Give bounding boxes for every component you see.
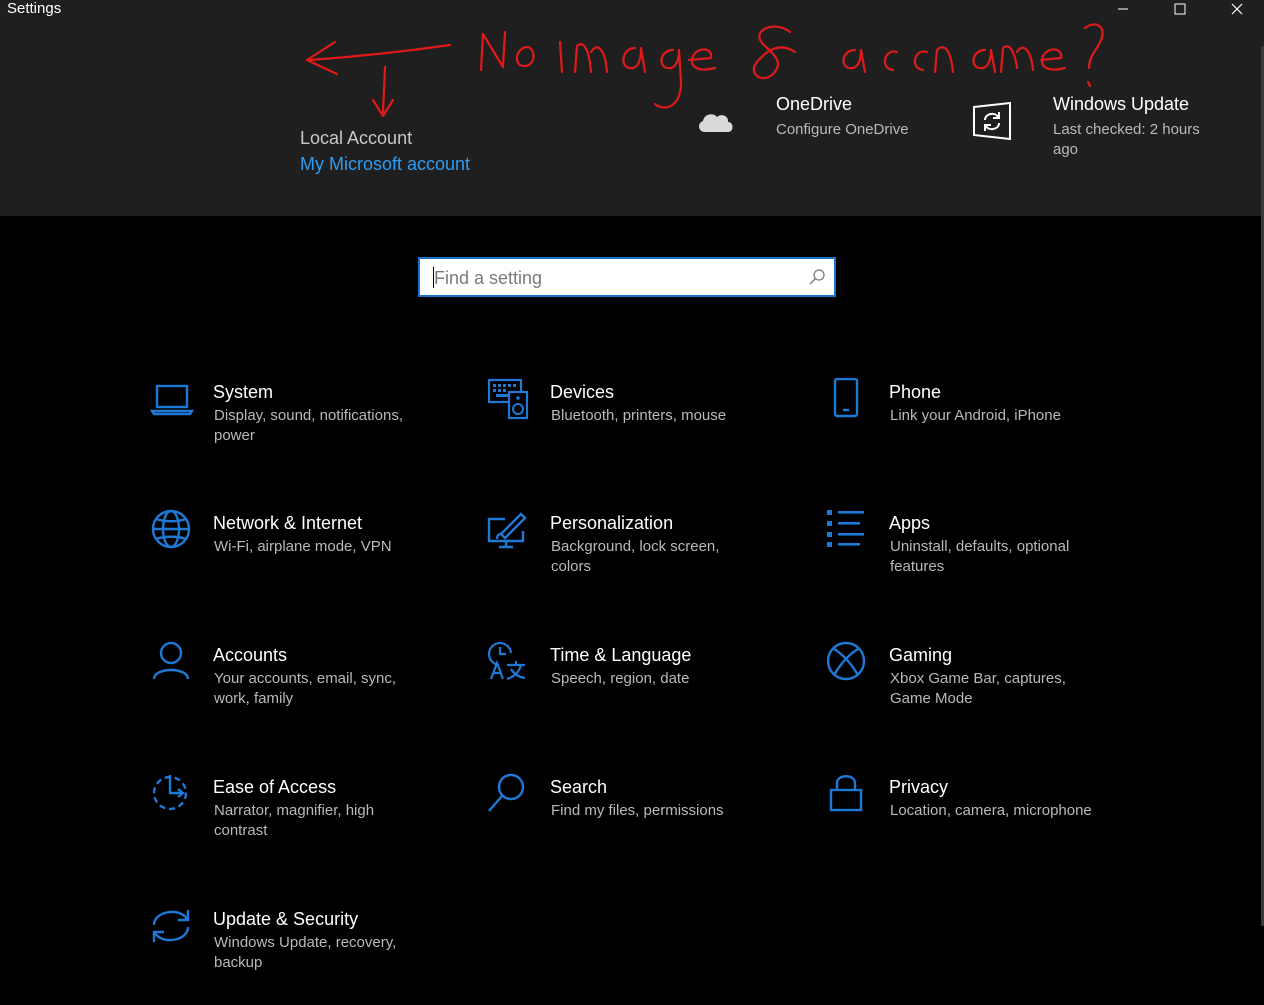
- category-description: Background, lock screen, colors: [551, 538, 720, 575]
- category-time-language[interactable]: Time & Language Speech, region, date: [487, 641, 787, 741]
- search-box[interactable]: [418, 257, 836, 297]
- lock-icon: [829, 775, 863, 812]
- category-ease-of-access[interactable]: Ease of Access Narrator, magnifier, high…: [150, 773, 450, 873]
- windows-update-title: Windows Update: [1053, 94, 1190, 114]
- category-name: Personalization: [550, 513, 674, 533]
- category-description: Uninstall, defaults, optional features: [890, 538, 1070, 575]
- category-description: Link your Android, iPhone: [890, 407, 1061, 424]
- search-input[interactable]: [432, 259, 796, 297]
- category-personalization[interactable]: Personalization Background, lock screen,…: [487, 509, 787, 609]
- laptop-icon: [150, 384, 194, 416]
- window-title: Settings: [7, 0, 62, 17]
- person-icon: [152, 641, 190, 680]
- category-search[interactable]: Search Find my files, permissions: [487, 773, 787, 873]
- search-icon[interactable]: [808, 268, 826, 286]
- category-name: Gaming: [889, 645, 953, 665]
- category-name: Privacy: [889, 777, 949, 797]
- onedrive-info[interactable]: OneDrive Configure OneDrive: [776, 94, 909, 140]
- sync-icon: [152, 910, 190, 942]
- onedrive-title: OneDrive: [776, 94, 853, 114]
- my-microsoft-account-link[interactable]: My Microsoft account: [300, 154, 470, 175]
- category-name: Time & Language: [550, 645, 692, 665]
- windows-update-subtitle: Last checked: 2 hours ago: [1053, 121, 1200, 158]
- onedrive-subtitle: Configure OneDrive: [776, 121, 909, 138]
- paint-brush-icon: [487, 512, 527, 549]
- account-type-label: Local Account: [300, 128, 413, 148]
- category-network[interactable]: Network & Internet Wi-Fi, airplane mode,…: [150, 509, 450, 609]
- category-name: Update & Security: [213, 909, 359, 929]
- ease-of-access-icon: [152, 775, 188, 811]
- xbox-icon: [826, 641, 866, 681]
- category-description: Xbox Game Bar, captures, Game Mode: [890, 670, 1066, 707]
- keyboard-speaker-icon: [487, 378, 529, 420]
- category-name: Search: [550, 777, 608, 797]
- category-description: Windows Update, recovery, backup: [214, 934, 397, 971]
- list-icon: [827, 510, 864, 547]
- account-header: Settings Local Account My Microsoft acco…: [0, 0, 1264, 216]
- close-button[interactable]: [1214, 0, 1260, 18]
- category-update-security[interactable]: Update & Security Windows Update, recove…: [150, 905, 450, 1005]
- minimize-icon: [1118, 8, 1128, 10]
- windows-update-info[interactable]: Windows Update Last checked: 2 hours ago: [1053, 94, 1213, 160]
- category-description: Your accounts, email, sync, work, family: [214, 670, 397, 707]
- category-description: Find my files, permissions: [551, 802, 724, 819]
- text-caret: [433, 267, 434, 288]
- category-name: Accounts: [213, 645, 288, 665]
- category-description: Location, camera, microphone: [890, 802, 1092, 819]
- category-description: Bluetooth, printers, mouse: [551, 407, 727, 424]
- maximize-icon: [1174, 3, 1186, 15]
- category-system[interactable]: System Display, sound, notifications, po…: [150, 378, 450, 478]
- windows-update-icon[interactable]: [972, 101, 1012, 141]
- minimize-button[interactable]: [1100, 0, 1146, 18]
- maximize-button[interactable]: [1157, 0, 1203, 18]
- search-icon: [488, 773, 525, 812]
- category-name: Network & Internet: [213, 513, 363, 533]
- category-name: Devices: [550, 382, 615, 402]
- category-apps[interactable]: Apps Uninstall, defaults, optional featu…: [826, 509, 1126, 609]
- globe-icon: [151, 509, 191, 549]
- phone-icon: [833, 378, 859, 418]
- category-phone[interactable]: Phone Link your Android, iPhone: [826, 378, 1126, 478]
- cloud-icon[interactable]: [695, 107, 735, 135]
- category-description: Wi-Fi, airplane mode, VPN: [214, 538, 392, 555]
- close-icon: [1231, 3, 1243, 15]
- category-devices[interactable]: Devices Bluetooth, printers, mouse: [487, 378, 787, 478]
- category-name: Phone: [889, 382, 942, 402]
- category-privacy[interactable]: Privacy Location, camera, microphone: [826, 773, 1126, 873]
- category-name: Ease of Access: [213, 777, 337, 797]
- category-description: Display, sound, notifications, power: [214, 407, 403, 444]
- category-name: System: [213, 382, 274, 402]
- category-name: Apps: [889, 513, 931, 533]
- category-accounts[interactable]: Accounts Your accounts, email, sync, wor…: [150, 641, 450, 741]
- category-gaming[interactable]: Gaming Xbox Game Bar, captures, Game Mod…: [826, 641, 1126, 741]
- clock-language-icon: [487, 641, 526, 681]
- category-description: Narrator, magnifier, high contrast: [214, 802, 375, 839]
- category-description: Speech, region, date: [551, 670, 690, 687]
